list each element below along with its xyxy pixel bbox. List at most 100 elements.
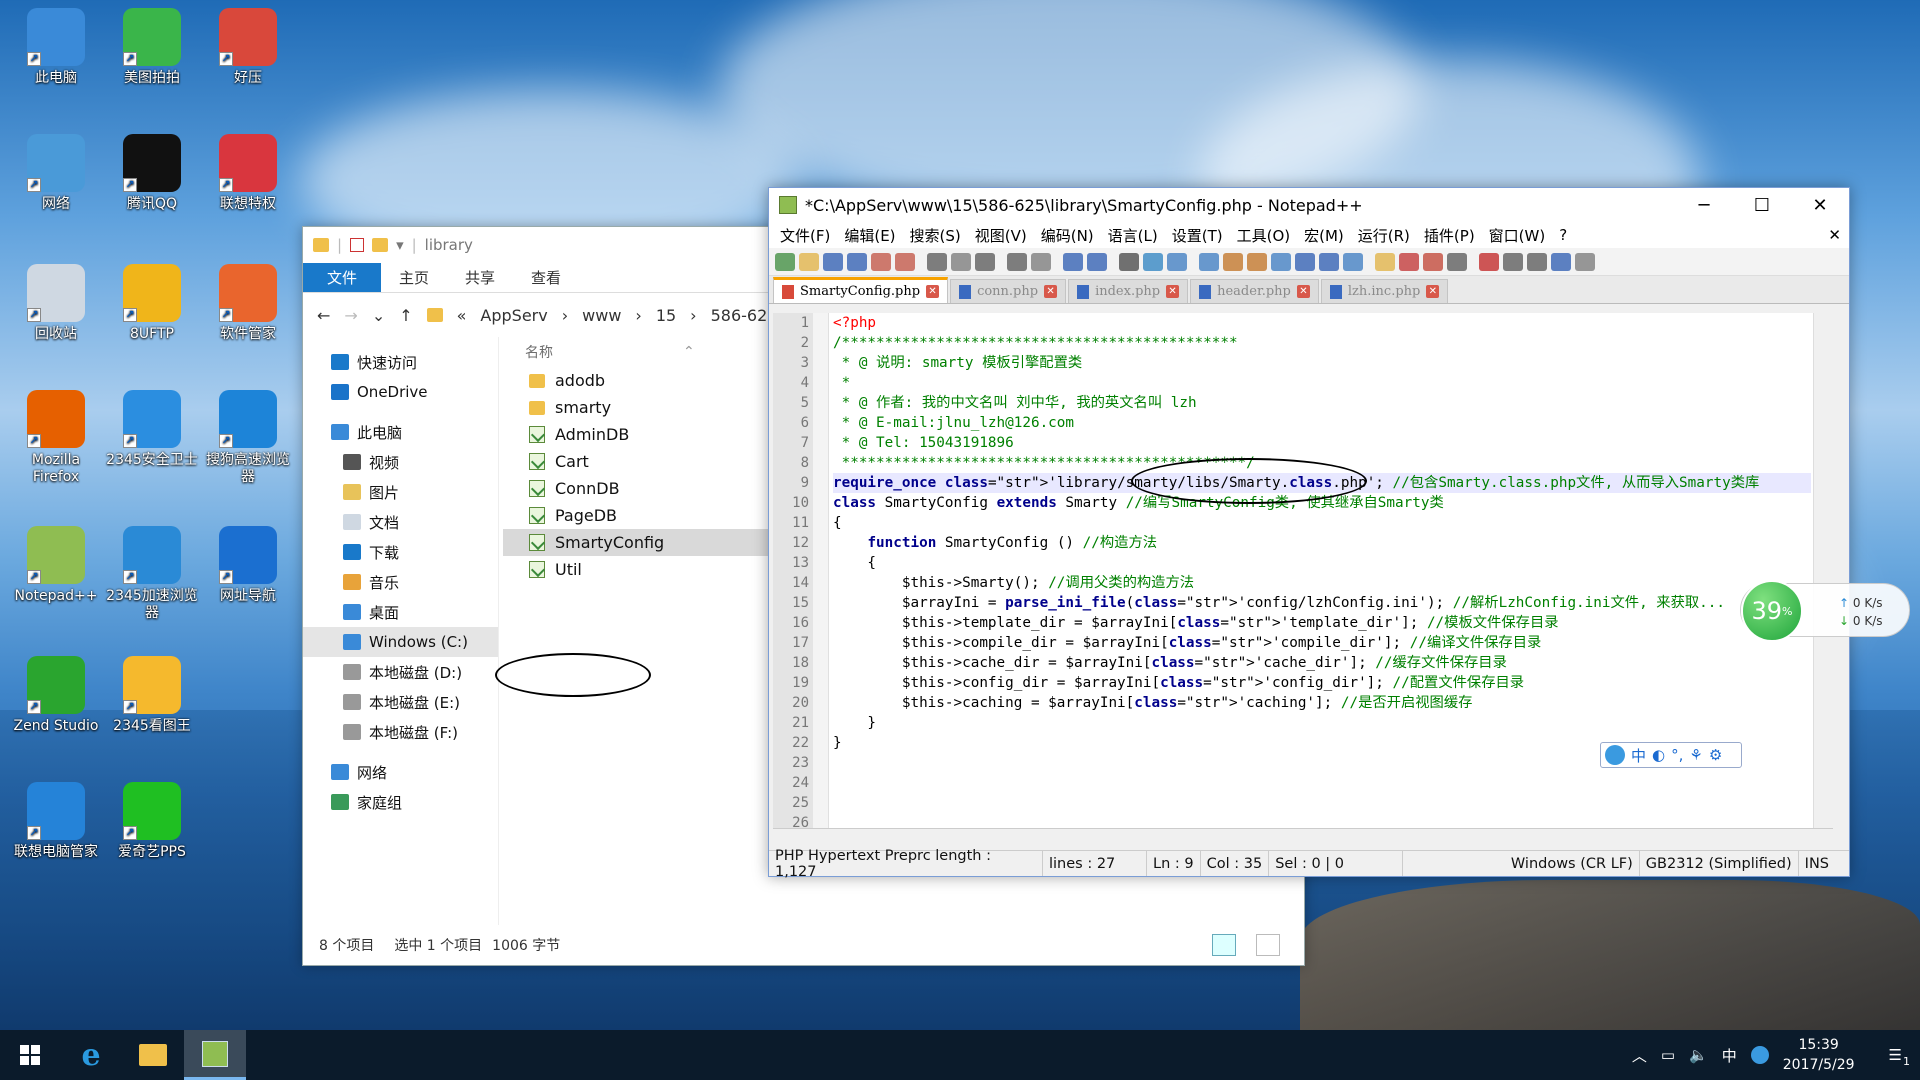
- code-line[interactable]: /***************************************…: [833, 333, 1811, 353]
- start-button[interactable]: [0, 1030, 60, 1080]
- code-line[interactable]: * @ E-mail:jlnu_lzh@126.com: [833, 413, 1811, 433]
- toolbar-icon[interactable]: [927, 252, 947, 271]
- code-line[interactable]: $arrayIni = parse_ini_file(class="str">'…: [833, 593, 1811, 613]
- memory-usage-ball[interactable]: 39%: [1741, 580, 1803, 642]
- toolbar-icon[interactable]: [1199, 252, 1219, 271]
- desktop-icon[interactable]: ↗ 好压: [200, 8, 296, 87]
- code-line[interactable]: * @ 作者: 我的中文名叫 刘中华, 我的英文名叫 lzh: [833, 393, 1811, 413]
- close-tab-icon[interactable]: ✕: [1166, 285, 1180, 298]
- desktop-icon[interactable]: ↗ 软件管家: [200, 264, 296, 343]
- toolbar-icon[interactable]: [1143, 252, 1163, 271]
- code-line[interactable]: $this->cache_dir = $arrayIni[class="str"…: [833, 653, 1811, 673]
- code-line[interactable]: $this->Smarty(); //调用父类的构造方法: [833, 573, 1811, 593]
- code-line[interactable]: [833, 813, 1811, 828]
- taskbar-notepad-button[interactable]: [184, 1030, 246, 1080]
- menu-item[interactable]: 搜索(S): [903, 225, 968, 246]
- settings-gear-icon[interactable]: ⚙: [1709, 746, 1722, 764]
- desktop-icon[interactable]: ↗ 美图拍拍: [104, 8, 200, 87]
- toolbar-icon[interactable]: [823, 252, 843, 271]
- menu-item[interactable]: 语言(L): [1101, 225, 1165, 246]
- document-tab[interactable]: index.php ✕: [1068, 279, 1189, 303]
- nav-item[interactable]: OneDrive: [303, 377, 498, 407]
- nav-item[interactable]: 本地磁盘 (E:): [303, 687, 498, 717]
- nav-item[interactable]: Windows (C:): [303, 627, 498, 657]
- desktop-icon[interactable]: ↗ 网络: [8, 134, 104, 213]
- network-speed-widget[interactable]: 39% ↑ 0 K/s ↓ 0 K/s: [1740, 580, 1910, 642]
- nav-item[interactable]: 文档: [303, 507, 498, 537]
- menu-item[interactable]: 插件(P): [1417, 225, 1482, 246]
- toolbar-icon[interactable]: [1375, 252, 1395, 271]
- code-line[interactable]: $this->caching = $arrayIni[class="str">'…: [833, 693, 1811, 713]
- desktop-icon[interactable]: ↗ 回收站: [8, 264, 104, 343]
- npp-titlebar[interactable]: *C:\AppServ\www\15\586-625\library\Smart…: [769, 188, 1849, 222]
- nav-item[interactable]: 快速访问: [303, 347, 498, 377]
- desktop-icon[interactable]: ↗ 联想特权: [200, 134, 296, 213]
- breadcrumb-item[interactable]: 15: [656, 306, 676, 325]
- close-document-icon[interactable]: ✕: [1821, 226, 1849, 244]
- nav-item[interactable]: 本地磁盘 (F:): [303, 717, 498, 747]
- desktop-icon[interactable]: ↗ 网址导航: [200, 526, 296, 605]
- close-tab-icon[interactable]: ✕: [926, 285, 940, 298]
- toolbar-icon[interactable]: [1527, 252, 1547, 271]
- punctuation-icon[interactable]: °,: [1671, 746, 1683, 764]
- taskbar-ie-button[interactable]: e: [60, 1030, 122, 1080]
- fold-margin[interactable]: [813, 313, 829, 828]
- details-view-icon[interactable]: [1212, 934, 1236, 956]
- desktop-icon[interactable]: ↗ Mozilla Firefox: [8, 390, 104, 486]
- code-line[interactable]: $this->compile_dir = $arrayIni[class="st…: [833, 633, 1811, 653]
- code-line[interactable]: {: [833, 553, 1811, 573]
- code-line[interactable]: $this->template_dir = $arrayIni[class="s…: [833, 613, 1811, 633]
- nav-item[interactable]: 此电脑: [303, 417, 498, 447]
- checkbox-icon[interactable]: [350, 238, 365, 252]
- toolbar-icon[interactable]: [775, 252, 795, 271]
- ribbon-tab-file[interactable]: 文件: [303, 263, 382, 292]
- document-tab[interactable]: lzh.inc.php ✕: [1320, 279, 1449, 303]
- menu-item[interactable]: 视图(V): [968, 225, 1034, 246]
- code-line[interactable]: [833, 793, 1811, 813]
- ribbon-tab-home[interactable]: 主页: [381, 263, 447, 292]
- toolbar-icon[interactable]: [975, 252, 995, 271]
- ime-mode[interactable]: 中: [1631, 745, 1646, 766]
- nav-item[interactable]: 视频: [303, 447, 498, 477]
- nav-item[interactable]: 本地磁盘 (D:): [303, 657, 498, 687]
- desktop-icon[interactable]: ↗ 2345安全卫士: [104, 390, 200, 469]
- toolbar-icon[interactable]: [871, 252, 891, 271]
- desktop-icon[interactable]: ↗ 爱奇艺PPS: [104, 782, 200, 861]
- forward-arrow-icon[interactable]: →: [344, 306, 357, 325]
- toolbar-icon[interactable]: [1551, 252, 1571, 271]
- code-line[interactable]: }: [833, 713, 1811, 733]
- code-line[interactable]: function SmartyConfig () //构造方法: [833, 533, 1811, 553]
- vertical-scrollbar[interactable]: [1813, 313, 1833, 828]
- minimize-button[interactable]: ─: [1675, 195, 1733, 216]
- desktop-icon[interactable]: ↗ 2345加速浏览器: [104, 526, 200, 622]
- toolbar-icon[interactable]: [1479, 252, 1499, 271]
- desktop-icon[interactable]: ↗ Zend Studio: [8, 656, 104, 735]
- desktop-icon[interactable]: ↗ 8UFTP: [104, 264, 200, 343]
- nav-item[interactable]: 音乐: [303, 567, 498, 597]
- ribbon-tab-view[interactable]: 查看: [513, 263, 579, 292]
- code-line[interactable]: $this->config_dir = $arrayIni[class="str…: [833, 673, 1811, 693]
- toolbar-icon[interactable]: [1271, 252, 1291, 271]
- chevron-down-icon[interactable]: ▾: [396, 236, 404, 254]
- back-arrow-icon[interactable]: ←: [317, 306, 330, 325]
- breadcrumb-overflow[interactable]: «: [457, 306, 467, 325]
- toolbar-icon[interactable]: [1423, 252, 1443, 271]
- large-icons-view-icon[interactable]: [1256, 934, 1280, 956]
- desktop-icon[interactable]: ↗ 此电脑: [8, 8, 104, 87]
- toolbar-icon[interactable]: [1399, 252, 1419, 271]
- recent-chevron-icon[interactable]: ⌄: [372, 306, 385, 325]
- close-tab-icon[interactable]: ✕: [1296, 285, 1310, 298]
- code-line[interactable]: {: [833, 513, 1811, 533]
- breadcrumb-item[interactable]: www: [582, 306, 621, 325]
- desktop-icon[interactable]: ↗ 搜狗高速浏览器: [200, 390, 296, 486]
- toolbar-icon[interactable]: [1447, 252, 1467, 271]
- toolbar-icon[interactable]: [1031, 252, 1051, 271]
- taskbar-explorer-button[interactable]: [122, 1030, 184, 1080]
- battery-icon[interactable]: ▭: [1661, 1046, 1675, 1064]
- toolbar-icon[interactable]: [1343, 252, 1363, 271]
- document-tab[interactable]: SmartyConfig.php ✕: [773, 277, 949, 303]
- nav-item[interactable]: 图片: [303, 477, 498, 507]
- toolbar-icon[interactable]: [1575, 252, 1595, 271]
- volume-icon[interactable]: 🔈: [1689, 1046, 1708, 1064]
- close-tab-icon[interactable]: ✕: [1044, 285, 1058, 298]
